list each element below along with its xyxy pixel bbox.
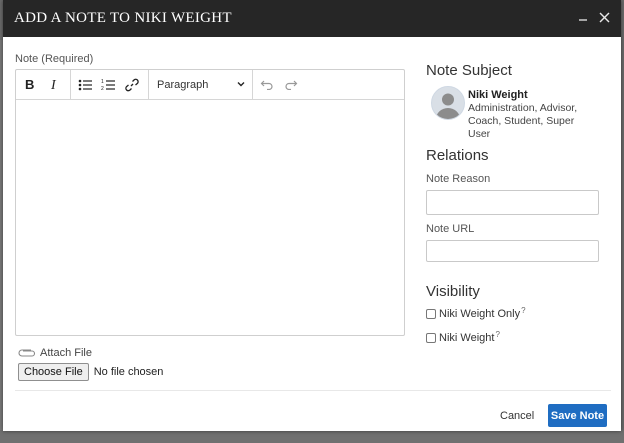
paperclip-icon <box>18 348 36 357</box>
italic-icon: I <box>50 78 57 91</box>
help-hint[interactable]: ? <box>521 306 525 315</box>
undo-button[interactable] <box>256 74 278 95</box>
bullet-list-button[interactable] <box>74 74 96 95</box>
visibility-option-only: Niki Weight Only? <box>426 306 526 320</box>
chevron-down-icon <box>237 82 245 87</box>
block-format-select[interactable]: Paragraph <box>154 74 246 95</box>
save-note-button[interactable]: Save Note <box>548 404 607 427</box>
attach-file-label: Attach File <box>40 347 92 359</box>
note-url-label: Note URL <box>426 223 475 235</box>
note-editor: B I 12 Paragraph <box>15 69 405 336</box>
toolbar-separator <box>148 70 149 99</box>
file-status: No file chosen <box>93 366 164 378</box>
user-silhouette-icon <box>436 93 460 119</box>
cancel-button[interactable]: Cancel <box>500 410 534 422</box>
numbered-list-button[interactable]: 12 <box>97 74 119 95</box>
footer-divider <box>15 390 611 391</box>
italic-button[interactable]: I <box>44 74 66 95</box>
relations-heading: Relations <box>426 147 489 164</box>
subject-roles: Administration, Advisor, Coach, Student,… <box>468 102 578 140</box>
visibility-option-subject: Niki Weight? <box>426 330 500 344</box>
close-button[interactable] <box>594 6 614 28</box>
subject-name: Niki Weight <box>468 89 528 101</box>
visibility-heading: Visibility <box>426 283 480 300</box>
visibility-only-label: Niki Weight Only <box>439 308 521 320</box>
redo-icon <box>285 80 298 90</box>
minimize-icon <box>579 19 587 21</box>
toolbar-separator <box>252 70 253 99</box>
bullet-list-icon <box>78 79 92 90</box>
bold-icon: B <box>25 78 34 91</box>
note-subject-heading: Note Subject <box>426 62 512 79</box>
modal-header: ADD A NOTE TO NIKI WEIGHT <box>3 0 621 37</box>
bold-button[interactable]: B <box>19 74 41 95</box>
add-note-modal: ADD A NOTE TO NIKI WEIGHT Note (Required… <box>3 0 621 431</box>
note-reason-input[interactable] <box>426 190 599 215</box>
note-reason-label: Note Reason <box>426 173 491 185</box>
editor-toolbar: B I 12 Paragraph <box>16 70 404 100</box>
redo-button[interactable] <box>280 74 302 95</box>
note-subject: Niki Weight Administration, Advisor, Coa… <box>431 86 596 141</box>
avatar <box>431 86 465 120</box>
close-icon <box>599 12 609 22</box>
visibility-subject-checkbox[interactable] <box>426 333 436 343</box>
file-input: Choose File No file chosen <box>18 363 163 381</box>
link-button[interactable] <box>121 74 143 95</box>
visibility-subject-label: Niki Weight <box>439 332 495 344</box>
note-url-input[interactable] <box>426 240 599 262</box>
note-label: Note (Required) <box>15 53 94 65</box>
minimize-button[interactable] <box>573 6 593 28</box>
visibility-only-checkbox[interactable] <box>426 309 436 319</box>
attach-file-row: Attach File <box>18 347 92 359</box>
help-hint[interactable]: ? <box>495 330 499 339</box>
numbered-list-icon: 12 <box>101 79 115 91</box>
choose-file-button[interactable]: Choose File <box>18 363 89 381</box>
undo-icon <box>260 80 273 90</box>
link-icon <box>125 78 139 91</box>
block-format-value: Paragraph <box>157 78 209 91</box>
note-text-area[interactable] <box>16 99 404 335</box>
svg-text:1: 1 <box>101 79 104 85</box>
toolbar-separator <box>70 70 71 99</box>
svg-text:2: 2 <box>101 86 104 91</box>
svg-text:B: B <box>25 78 34 91</box>
svg-text:I: I <box>50 78 57 91</box>
background-page-footer <box>0 430 624 443</box>
modal-title: ADD A NOTE TO NIKI WEIGHT <box>14 10 232 26</box>
